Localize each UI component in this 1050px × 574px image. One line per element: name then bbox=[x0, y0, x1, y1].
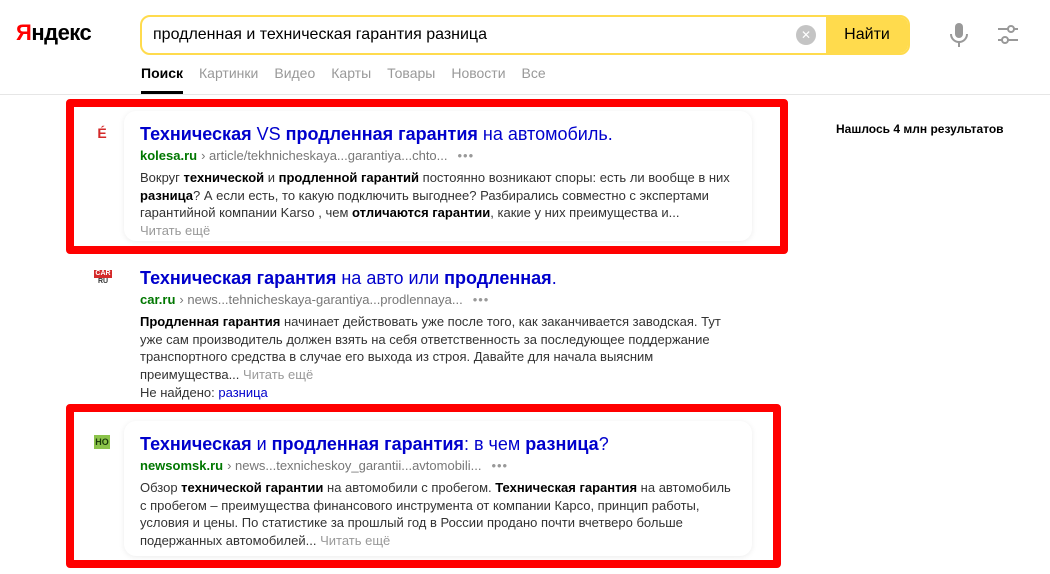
microphone-icon[interactable] bbox=[947, 22, 971, 48]
read-more-link[interactable]: Читать ещё bbox=[140, 223, 210, 238]
result-snippet: Продленная гарантия начинает действовать… bbox=[140, 314, 721, 382]
more-options-icon[interactable]: ••• bbox=[458, 147, 475, 165]
tab-1[interactable]: Картинки bbox=[199, 65, 258, 94]
tab-3[interactable]: Карты bbox=[331, 65, 371, 94]
result-title[interactable]: Техническая VS продленная гарантия на ав… bbox=[140, 123, 736, 145]
result-snippet: Вокруг технической и продленной гарантий… bbox=[140, 170, 730, 238]
result-domain[interactable]: car.ru bbox=[140, 291, 175, 309]
newsomsk-favicon-icon: HO bbox=[94, 435, 110, 449]
search-button[interactable]: Найти bbox=[826, 17, 908, 53]
result-path[interactable]: › news...texnicheskoy_garantii...avtomob… bbox=[227, 457, 481, 475]
search-tabs: Поиск Картинки Видео Карты Товары Новости Все bbox=[141, 65, 546, 94]
tab-6[interactable]: Все bbox=[522, 65, 546, 94]
read-more-link[interactable]: Читать ещё bbox=[320, 533, 390, 548]
result-title[interactable]: Техническая гарантия на авто или продлен… bbox=[140, 267, 736, 289]
tab-5[interactable]: Новости bbox=[451, 65, 505, 94]
result-snippet: Обзор технической гарантии на автомобили… bbox=[140, 480, 731, 548]
search-input[interactable] bbox=[142, 17, 796, 53]
header: Яндекс ✕ Найти Поиск Картинки Видео Карты То… bbox=[0, 0, 1050, 95]
filters-icon[interactable] bbox=[996, 24, 1020, 46]
not-found-note: Не найдено: разница bbox=[140, 385, 268, 400]
tab-2[interactable]: Видео bbox=[274, 65, 315, 94]
search-box: ✕ Найти bbox=[140, 15, 910, 55]
results-count: Нашлось 4 млн результатов bbox=[836, 122, 1004, 136]
car-ru-favicon-icon: CAR RU bbox=[94, 270, 112, 285]
result-domain[interactable]: kolesa.ru bbox=[140, 147, 197, 165]
kolesa-favicon-icon: É bbox=[97, 125, 107, 141]
search-result: HO Техническая и продленная гарантия: в … bbox=[94, 421, 752, 556]
not-found-word-link[interactable]: разница bbox=[218, 385, 267, 400]
more-options-icon[interactable]: ••• bbox=[473, 291, 490, 309]
result-url: car.ru › news...tehnicheskaya-garantiya.… bbox=[140, 291, 736, 309]
search-result: É Техническая VS продленная гарантия на … bbox=[97, 111, 752, 241]
search-result: CAR RU Техническая гарантия на авто или … bbox=[94, 255, 752, 403]
tab-0[interactable]: Поиск bbox=[141, 65, 184, 94]
clear-icon[interactable]: ✕ bbox=[796, 25, 816, 45]
result-title[interactable]: Техническая и продленная гарантия: в чем… bbox=[140, 433, 736, 455]
read-more-link[interactable]: Читать ещё bbox=[243, 367, 313, 382]
more-options-icon[interactable]: ••• bbox=[491, 457, 508, 475]
result-url: newsomsk.ru › news...texnicheskoy_garant… bbox=[140, 457, 736, 475]
result-domain[interactable]: newsomsk.ru bbox=[140, 457, 223, 475]
result-path[interactable]: › article/tekhnicheskaya...garantiya...c… bbox=[201, 147, 447, 165]
result-path[interactable]: › news...tehnicheskaya-garantiya...prodl… bbox=[179, 291, 462, 309]
tab-4[interactable]: Товары bbox=[387, 65, 435, 94]
result-url: kolesa.ru › article/tekhnicheskaya...gar… bbox=[140, 147, 736, 165]
yandex-logo[interactable]: Яндекс bbox=[16, 20, 92, 46]
